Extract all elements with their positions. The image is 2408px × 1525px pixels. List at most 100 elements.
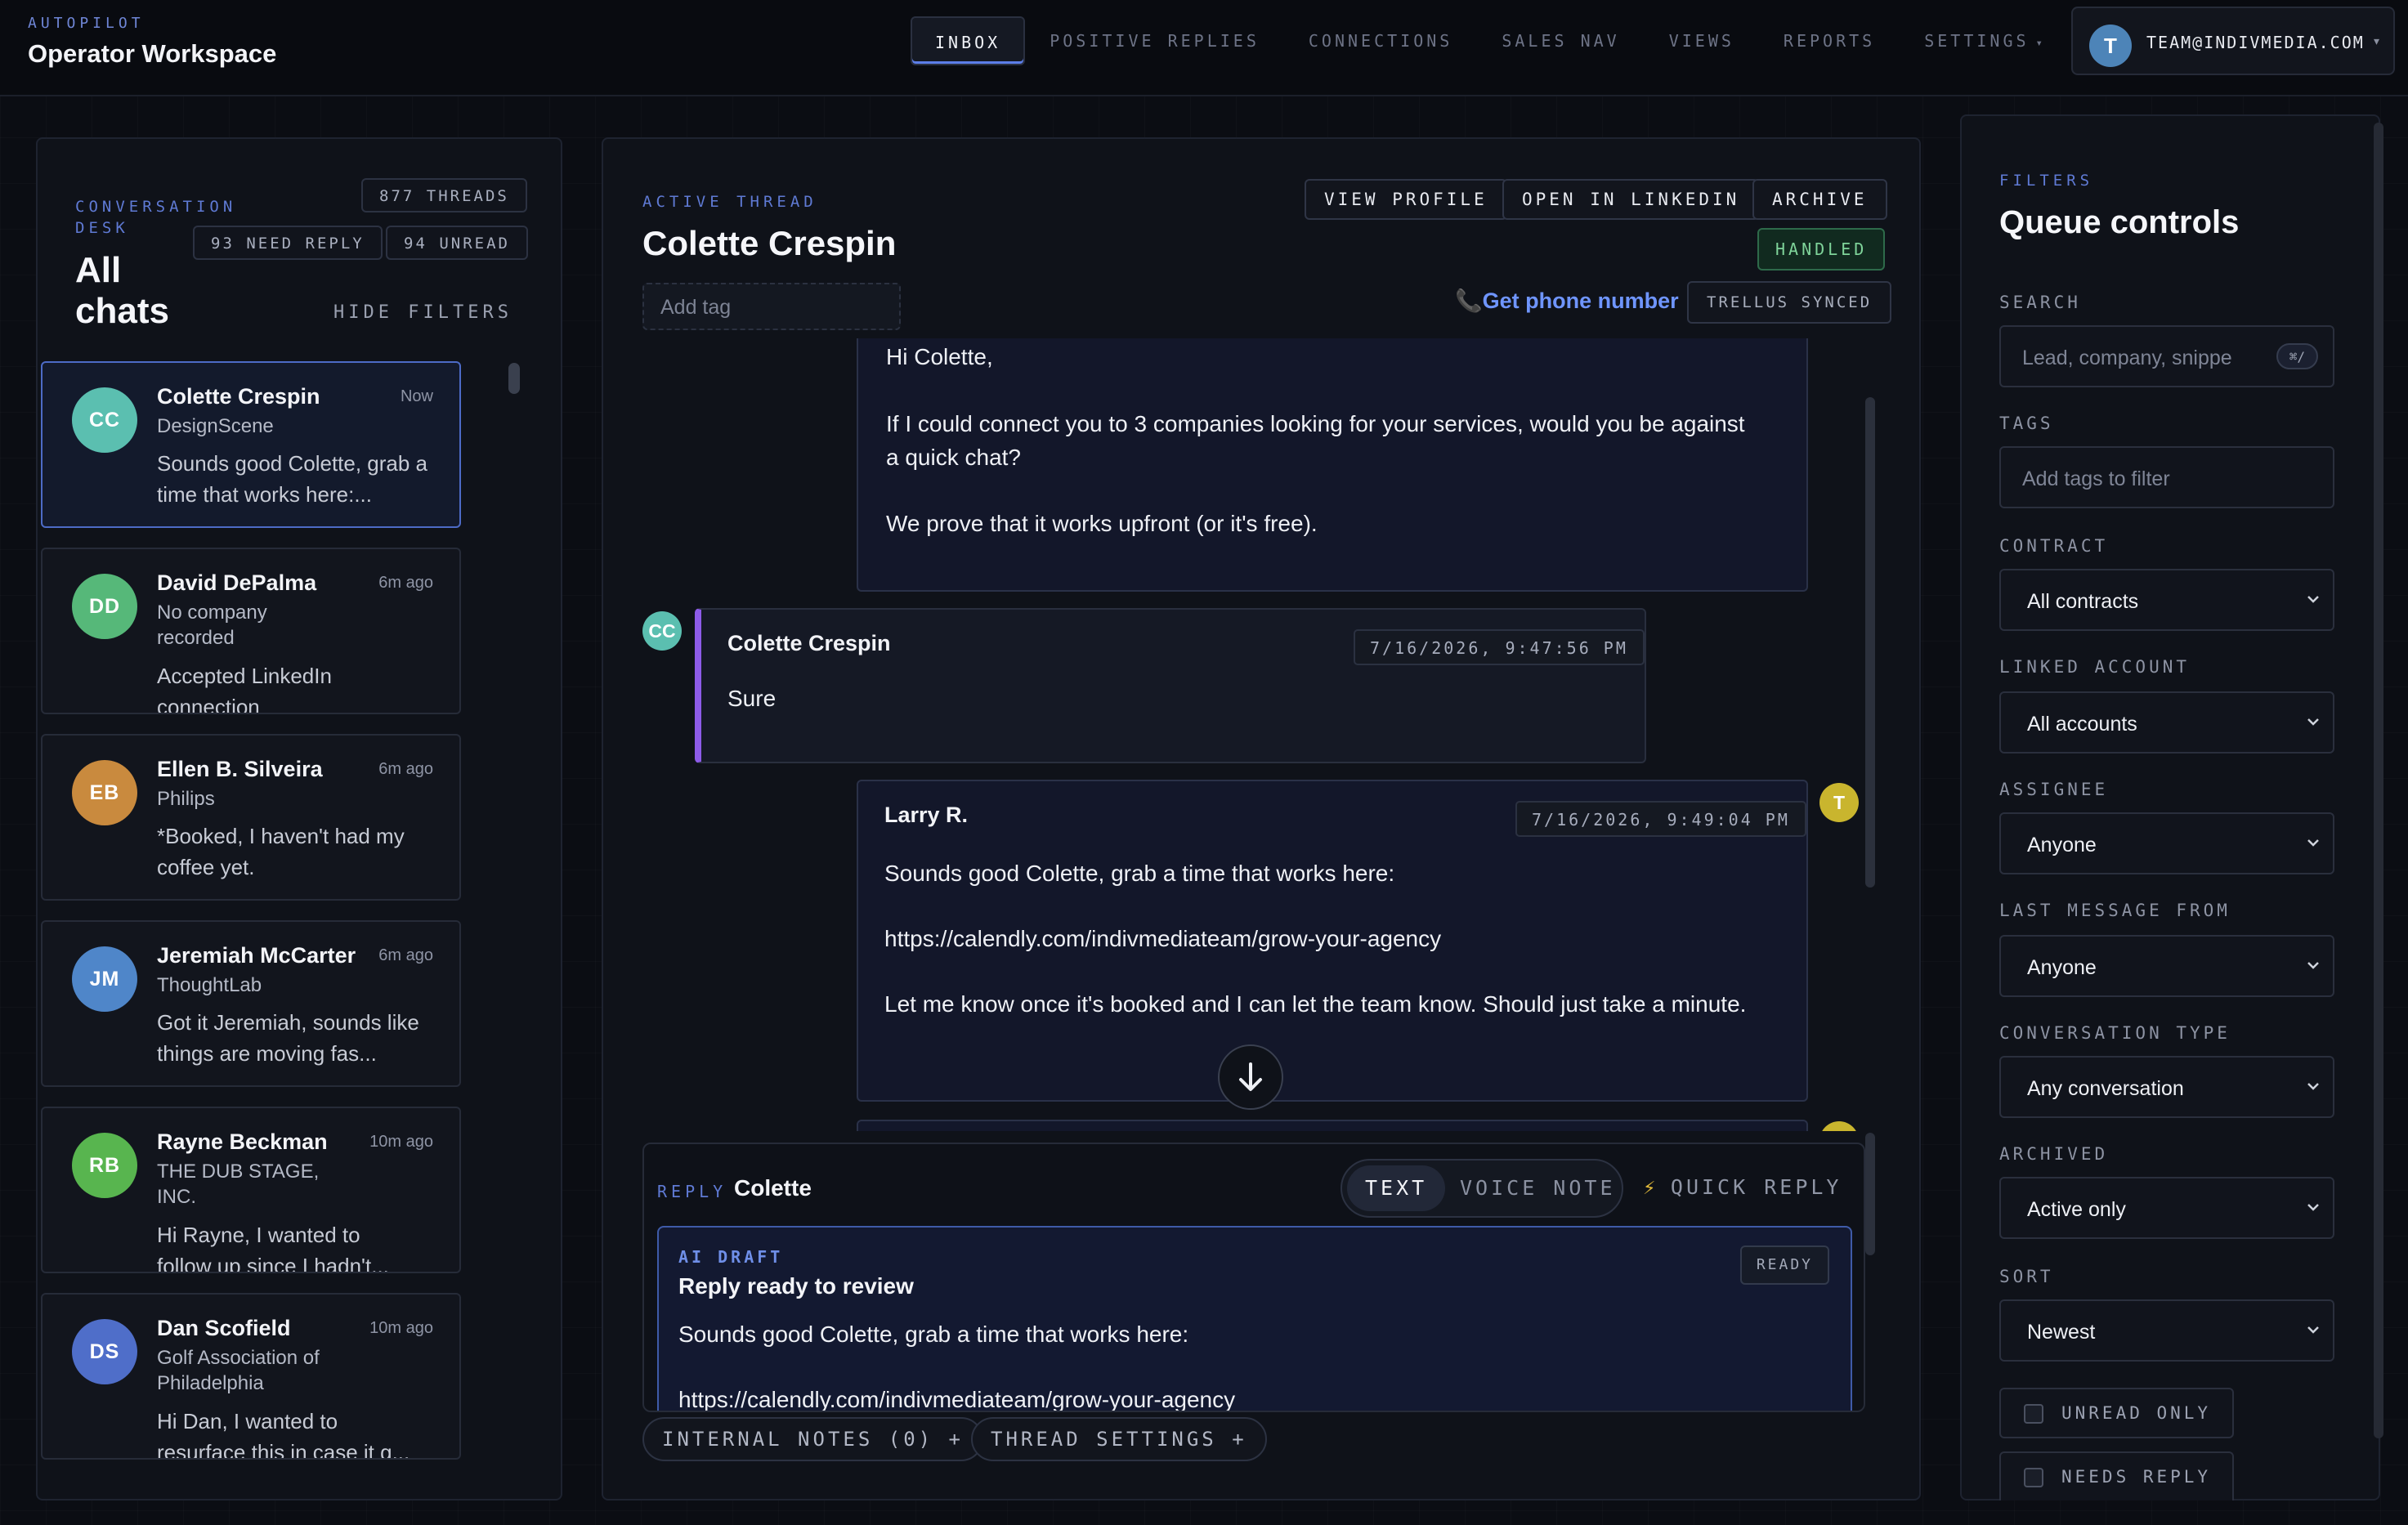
scroll-to-bottom-button[interactable] bbox=[1218, 1044, 1283, 1110]
mode-text-tab[interactable]: TEXT bbox=[1347, 1165, 1446, 1211]
open-in-linkedin-button[interactable]: OPEN IN LINKEDIN bbox=[1502, 179, 1760, 220]
chat-company: No company recorded bbox=[157, 602, 267, 649]
message-bubble-outgoing: Hi Colette, If I could connect you to 3 … bbox=[857, 338, 1808, 592]
chat-snippet: Got it Jeremiah, sounds like things are … bbox=[157, 1010, 419, 1066]
reply-composer: REPLY Colette TEXT VOICE NOTE ⚡ QUICK RE… bbox=[642, 1143, 1865, 1412]
last-message-from-value: Anyone bbox=[2027, 956, 2097, 979]
contract-select[interactable]: All contracts bbox=[1999, 569, 2334, 631]
unread-only-label: UNREAD ONLY bbox=[2061, 1403, 2212, 1423]
tags-filter-input[interactable]: Add tags to filter bbox=[1999, 446, 2334, 508]
linked-account-label: LINKED ACCOUNT bbox=[1999, 657, 2191, 677]
nav-tab-reports[interactable]: REPORTS bbox=[1759, 16, 1900, 65]
checkbox-icon bbox=[2024, 1404, 2043, 1424]
message-link[interactable]: https://calendly.com/indivmediateam/grow… bbox=[884, 922, 1441, 955]
archive-button[interactable]: ARCHIVE bbox=[1752, 179, 1887, 220]
sort-select[interactable]: Newest bbox=[1999, 1299, 2334, 1362]
conversation-type-value: Any conversation bbox=[2027, 1077, 2184, 1100]
reply-kicker: REPLY bbox=[657, 1182, 727, 1201]
unread-badge[interactable]: 94 UNREAD bbox=[386, 226, 528, 260]
chat-time: Now bbox=[400, 387, 433, 405]
archived-value: Active only bbox=[2027, 1198, 2126, 1221]
ai-draft-status-badge: READY bbox=[1739, 1245, 1829, 1285]
chat-name: David DePalma bbox=[157, 570, 317, 595]
hide-filters-button[interactable]: HIDE FILTERS bbox=[333, 302, 512, 323]
chat-item-rayne-beckman[interactable]: RB Rayne Beckman 10m ago THE DUB STAGE, … bbox=[41, 1107, 461, 1273]
ai-draft-title: Reply ready to review bbox=[678, 1273, 914, 1299]
chevron-down-icon bbox=[2307, 839, 2319, 847]
chat-snippet: *Booked, I haven't had my coffee yet. bbox=[157, 824, 405, 879]
chevron-down-icon bbox=[2307, 596, 2319, 603]
nav-tab-positive-replies[interactable]: POSITIVE REPLIES bbox=[1025, 16, 1284, 65]
chat-company: DesignScene bbox=[157, 415, 274, 437]
archived-select[interactable]: Active only bbox=[1999, 1177, 2334, 1239]
nav-tab-settings-label: SETTINGS bbox=[1924, 31, 2030, 51]
search-input[interactable]: Lead, company, snippe ⌘/ bbox=[1999, 325, 2334, 387]
message-text: Let me know once it's booked and I can l… bbox=[884, 991, 1747, 1017]
message-sender: Colette Crespin bbox=[727, 631, 891, 655]
reply-scrollbar[interactable] bbox=[1865, 1133, 1875, 1255]
linked-account-value: All accounts bbox=[2027, 713, 2137, 736]
chat-item-colette-crespin[interactable]: CC Colette Crespin Now DesignScene Sound… bbox=[41, 361, 461, 528]
chat-item-ellen-silveira[interactable]: EB Ellen B. Silveira 6m ago Philips *Boo… bbox=[41, 734, 461, 901]
assignee-select[interactable]: Anyone bbox=[1999, 812, 2334, 874]
tags-label: TAGS bbox=[1999, 414, 2054, 433]
chat-snippet: Sounds good Colette, grab a time that wo… bbox=[157, 451, 428, 507]
page-title-line1: All bbox=[75, 250, 122, 290]
active-thread-kicker: ACTIVE THREAD bbox=[642, 193, 817, 211]
sort-label: SORT bbox=[1999, 1267, 2054, 1286]
chat-time: 6m ago bbox=[378, 946, 433, 964]
quick-reply-button[interactable]: ⚡ QUICK REPLY bbox=[1643, 1175, 1842, 1199]
search-shortcut-badge: ⌘/ bbox=[2276, 343, 2318, 369]
last-message-from-select[interactable]: Anyone bbox=[1999, 935, 2334, 997]
chat-list-scrollbar[interactable] bbox=[508, 363, 520, 394]
nav-tab-sales-nav[interactable]: SALES NAV bbox=[1477, 16, 1644, 65]
add-tag-input[interactable]: Add tag bbox=[642, 283, 901, 330]
account-menu[interactable]: T TEAM@INDIVMEDIA.COM ▾ bbox=[2071, 7, 2395, 75]
avatar: CC bbox=[642, 611, 682, 651]
thread-title: Colette Crespin bbox=[642, 224, 897, 262]
filters-scrollbar[interactable] bbox=[2374, 123, 2383, 1438]
arrow-down-icon bbox=[1239, 1062, 1262, 1091]
mode-voice-note-tab[interactable]: VOICE NOTE bbox=[1460, 1165, 1616, 1211]
chevron-down-icon bbox=[2307, 962, 2319, 969]
nav-tab-inbox[interactable]: INBOX bbox=[911, 16, 1026, 65]
chat-item-david-depalma[interactable]: DD David DePalma 6m ago No company recor… bbox=[41, 548, 461, 714]
message-scrollbar[interactable] bbox=[1865, 397, 1875, 888]
internal-notes-button[interactable]: INTERNAL NOTES (0) + bbox=[642, 1417, 983, 1461]
view-profile-button[interactable]: VIEW PROFILE bbox=[1305, 179, 1507, 220]
chat-item-jeremiah-mccarter[interactable]: JM Jeremiah McCarter 6m ago ThoughtLab G… bbox=[41, 920, 461, 1087]
filters-title: Queue controls bbox=[1999, 204, 2240, 240]
nav-tab-views[interactable]: VIEWS bbox=[1645, 16, 1759, 65]
avatar: DS bbox=[72, 1319, 137, 1384]
avatar: T bbox=[1819, 783, 1859, 822]
threads-count-badge: 877 THREADS bbox=[361, 178, 527, 212]
message-scroll-area[interactable]: Hi Colette, If I could connect you to 3 … bbox=[642, 338, 1880, 1131]
reply-recipient: Colette bbox=[734, 1175, 812, 1201]
avatar bbox=[1819, 1121, 1859, 1131]
brand-kicker: AUTOPILOT bbox=[28, 15, 145, 32]
get-phone-number-link[interactable]: 📞Get phone number bbox=[1455, 288, 1679, 314]
chat-name: Rayne Beckman bbox=[157, 1129, 328, 1154]
unread-only-checkbox[interactable]: UNREAD ONLY bbox=[1999, 1388, 2235, 1438]
main-nav: INBOX POSITIVE REPLIES CONNECTIONS SALES… bbox=[911, 16, 2067, 65]
checkbox-icon bbox=[2024, 1468, 2043, 1487]
message-text: Sure bbox=[727, 686, 777, 711]
nav-tab-connections[interactable]: CONNECTIONS bbox=[1284, 16, 1477, 65]
conversation-type-select[interactable]: Any conversation bbox=[1999, 1056, 2334, 1118]
phone-icon: 📞 bbox=[1455, 288, 1483, 313]
thread-settings-button[interactable]: THREAD SETTINGS + bbox=[971, 1417, 1267, 1461]
chevron-down-icon bbox=[2307, 1083, 2319, 1090]
linked-account-select[interactable]: All accounts bbox=[1999, 691, 2334, 754]
assignee-label: ASSIGNEE bbox=[1999, 780, 2109, 799]
search-label: SEARCH bbox=[1999, 293, 2081, 312]
ai-draft-card[interactable]: AI DRAFT Reply ready to review READY Sou… bbox=[657, 1226, 1852, 1411]
chat-item-dan-scofield[interactable]: DS Dan Scofield 10m ago Golf Association… bbox=[41, 1293, 461, 1460]
archived-label: ARCHIVED bbox=[1999, 1144, 2109, 1164]
conversation-type-label: CONVERSATION TYPE bbox=[1999, 1023, 2231, 1043]
needs-reply-checkbox[interactable]: NEEDS REPLY bbox=[1999, 1451, 2235, 1500]
nav-tab-settings[interactable]: SETTINGS ▾ bbox=[1900, 16, 2067, 65]
need-reply-badge[interactable]: 93 NEED REPLY bbox=[193, 226, 383, 260]
avatar: DD bbox=[72, 574, 137, 639]
avatar: JM bbox=[72, 946, 137, 1012]
filters-kicker: FILTERS bbox=[1999, 172, 2094, 190]
